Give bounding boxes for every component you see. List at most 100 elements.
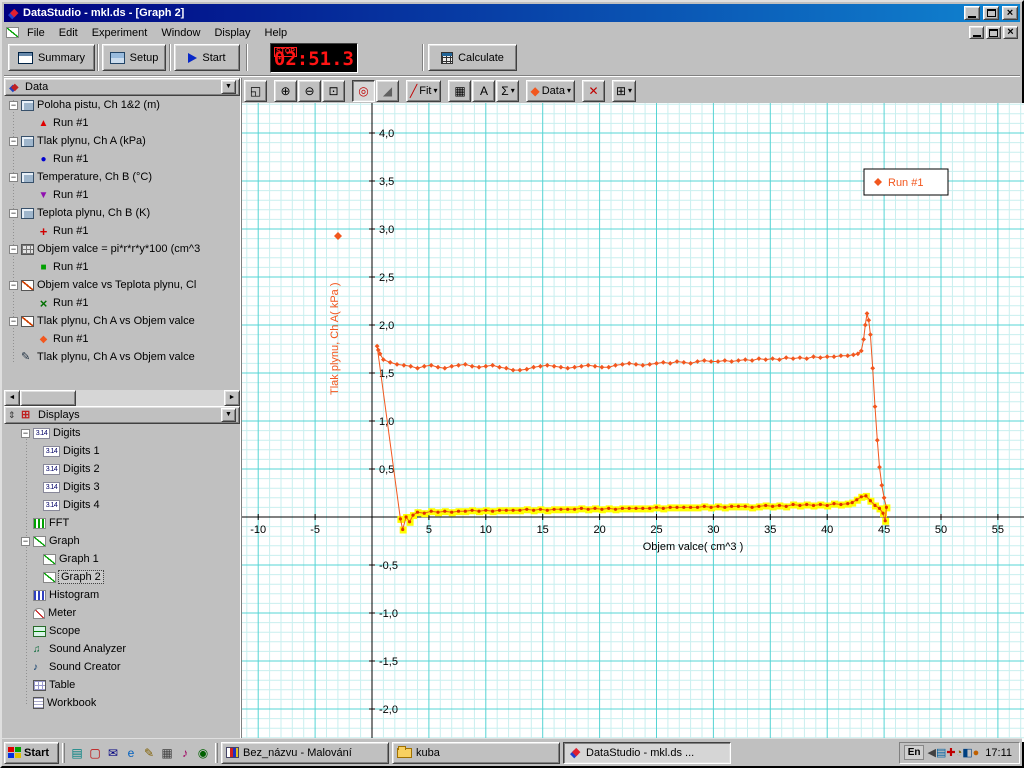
menu-display[interactable]: Display bbox=[207, 25, 257, 41]
fit-menu-button[interactable]: ╱Fit▾ bbox=[406, 80, 441, 102]
start-button[interactable]: Start bbox=[4, 742, 59, 764]
run-item[interactable]: ■Run #1 bbox=[4, 258, 240, 276]
display-item[interactable]: Digits 4 bbox=[4, 496, 240, 514]
statistics-menu-button[interactable]: Σ▾ bbox=[496, 80, 519, 102]
task-button[interactable]: kuba bbox=[392, 742, 560, 764]
scrollbar-track[interactable] bbox=[20, 390, 224, 406]
setup-button[interactable]: Setup bbox=[102, 44, 166, 71]
run-item[interactable]: +Run #1 bbox=[4, 222, 240, 240]
graph-display[interactable]: -10-5510152025303540455055-2,0-1,5-1,0-0… bbox=[242, 103, 1024, 742]
display-item[interactable]: Digits 1 bbox=[4, 442, 240, 460]
scroll-left-button[interactable]: ◄ bbox=[4, 390, 20, 406]
zoom-select-button[interactable]: ⊡ bbox=[322, 80, 345, 102]
close-button[interactable]: × bbox=[1002, 6, 1018, 20]
globe-icon[interactable]: ◉ bbox=[194, 746, 212, 760]
mdi-close-button[interactable]: × bbox=[1003, 26, 1018, 39]
display-item[interactable]: −Graph bbox=[4, 532, 240, 550]
run-item[interactable]: ●Run #1 bbox=[4, 150, 240, 168]
display-settings-icon[interactable]: ▤ bbox=[936, 747, 946, 759]
data-source-item[interactable]: −Objem valce vs Teplota plynu, Cl bbox=[4, 276, 240, 294]
mdi-child-icon[interactable] bbox=[6, 27, 19, 38]
display-item[interactable]: Sound Creator bbox=[4, 658, 240, 676]
display-item[interactable]: Digits 3 bbox=[4, 478, 240, 496]
tree-expand-toggle[interactable]: − bbox=[9, 137, 18, 146]
display-item[interactable]: Scope bbox=[4, 622, 240, 640]
task-button[interactable]: DataStudio - mkl.ds ... bbox=[563, 742, 731, 764]
language-indicator[interactable]: En bbox=[904, 745, 925, 760]
calculator-app-icon[interactable]: ▦ bbox=[158, 746, 176, 760]
data-source-item[interactable]: −Tlak plynu, Ch A (kPa) bbox=[4, 132, 240, 150]
tree-expand-toggle[interactable]: − bbox=[21, 429, 30, 438]
displays-panel-menu-button[interactable]: ▼ bbox=[221, 408, 236, 422]
tree-expand-toggle[interactable]: − bbox=[9, 245, 18, 254]
mail-icon[interactable]: ✉ bbox=[104, 746, 122, 760]
zoom-in-button[interactable]: ⊕ bbox=[274, 80, 297, 102]
slope-tool-button[interactable]: ◢ bbox=[376, 80, 399, 102]
data-source-item[interactable]: −Poloha pistu, Ch 1&2 (m) bbox=[4, 96, 240, 114]
displays-panel-header[interactable]: Displays ▼ bbox=[4, 406, 240, 424]
document-icon[interactable]: ▢ bbox=[86, 746, 104, 760]
menu-file[interactable]: File bbox=[20, 25, 52, 41]
mdi-minimize-button[interactable] bbox=[969, 26, 984, 39]
scale-to-fit-button[interactable]: ◱ bbox=[244, 80, 267, 102]
titlebar[interactable]: DataStudio - mkl.ds - [Graph 2] × bbox=[4, 4, 1020, 22]
graph-settings-menu-button[interactable]: ⊞▾ bbox=[612, 80, 636, 102]
display-item[interactable]: Graph 1 bbox=[4, 550, 240, 568]
task-button[interactable]: Bez_názvu - Malování bbox=[221, 742, 389, 764]
paint-app-icon[interactable]: ✎ bbox=[140, 746, 158, 760]
display-item[interactable]: Graph 2 bbox=[4, 568, 240, 586]
volume-icon[interactable]: ◀ bbox=[927, 747, 935, 759]
run-item[interactable]: ▲Run #1 bbox=[4, 114, 240, 132]
tree-expand-toggle[interactable]: − bbox=[9, 173, 18, 182]
mdi-restore-button[interactable] bbox=[986, 26, 1001, 39]
data-source-item[interactable]: −Objem valce = pi*r*r*y*100 (cm^3 bbox=[4, 240, 240, 258]
display-item[interactable]: Table bbox=[4, 676, 240, 694]
remove-button[interactable]: ✕ bbox=[582, 80, 605, 102]
tree-expand-toggle[interactable]: − bbox=[9, 317, 18, 326]
data-tree-hscrollbar[interactable]: ◄ ► bbox=[4, 390, 240, 406]
show-desktop-icon[interactable]: ▤ bbox=[68, 746, 86, 760]
text-annotation-button[interactable]: A bbox=[472, 80, 495, 102]
display-item[interactable]: −Digits bbox=[4, 424, 240, 442]
run-item[interactable]: ▼Run #1 bbox=[4, 186, 240, 204]
calculator-button[interactable]: ▦ bbox=[448, 80, 471, 102]
calculate-button[interactable]: Calculate bbox=[428, 44, 517, 71]
data-source-item[interactable]: Tlak plynu, Ch A vs Objem valce bbox=[4, 348, 240, 366]
tree-expand-toggle[interactable]: − bbox=[9, 281, 18, 290]
data-menu-button[interactable]: ◆Data▾ bbox=[526, 80, 575, 102]
menu-edit[interactable]: Edit bbox=[52, 25, 85, 41]
start-recording-button[interactable]: Start bbox=[174, 44, 240, 71]
tree-expand-toggle[interactable]: − bbox=[9, 209, 18, 218]
data-source-item[interactable]: −Teplota plynu, Ch B (K) bbox=[4, 204, 240, 222]
display-item[interactable]: Digits 2 bbox=[4, 460, 240, 478]
maximize-button[interactable] bbox=[983, 6, 999, 20]
scroll-right-button[interactable]: ► bbox=[224, 390, 240, 406]
taskbar-handle[interactable] bbox=[62, 743, 65, 763]
minimize-button[interactable] bbox=[964, 6, 980, 20]
panel-splitter-icon[interactable] bbox=[8, 409, 17, 422]
summary-button[interactable]: Summary bbox=[8, 44, 95, 71]
display-item[interactable]: Meter bbox=[4, 604, 240, 622]
run-item[interactable]: ◆Run #1 bbox=[4, 330, 240, 348]
run-item[interactable]: ×Run #1 bbox=[4, 294, 240, 312]
smart-tool-button[interactable]: ◎ bbox=[352, 80, 375, 102]
data-source-item[interactable]: −Temperature, Ch B (°C) bbox=[4, 168, 240, 186]
tree-expand-toggle[interactable]: − bbox=[9, 101, 18, 110]
update-icon[interactable]: ● bbox=[973, 747, 980, 759]
media-icon[interactable]: ♪ bbox=[176, 746, 194, 760]
menu-help[interactable]: Help bbox=[258, 25, 295, 41]
graph-plot[interactable]: -10-5510152025303540455055-2,0-1,5-1,0-0… bbox=[242, 103, 1024, 742]
scrollbar-thumb[interactable] bbox=[20, 390, 76, 406]
data-panel-menu-button[interactable]: ▼ bbox=[221, 80, 236, 94]
data-panel-header[interactable]: Data ▼ bbox=[4, 78, 240, 96]
menu-window[interactable]: Window bbox=[154, 25, 207, 41]
display-item[interactable]: Workbook bbox=[4, 694, 240, 712]
tree-expand-toggle[interactable]: − bbox=[21, 537, 30, 546]
zoom-out-button[interactable]: ⊖ bbox=[298, 80, 321, 102]
menu-experiment[interactable]: Experiment bbox=[85, 25, 155, 41]
display-item[interactable]: FFT bbox=[4, 514, 240, 532]
antivirus-icon[interactable]: ✚ bbox=[946, 747, 955, 759]
data-source-item[interactable]: −Tlak plynu, Ch A vs Objem valce bbox=[4, 312, 240, 330]
display-item[interactable]: Sound Analyzer bbox=[4, 640, 240, 658]
display-item[interactable]: Histogram bbox=[4, 586, 240, 604]
